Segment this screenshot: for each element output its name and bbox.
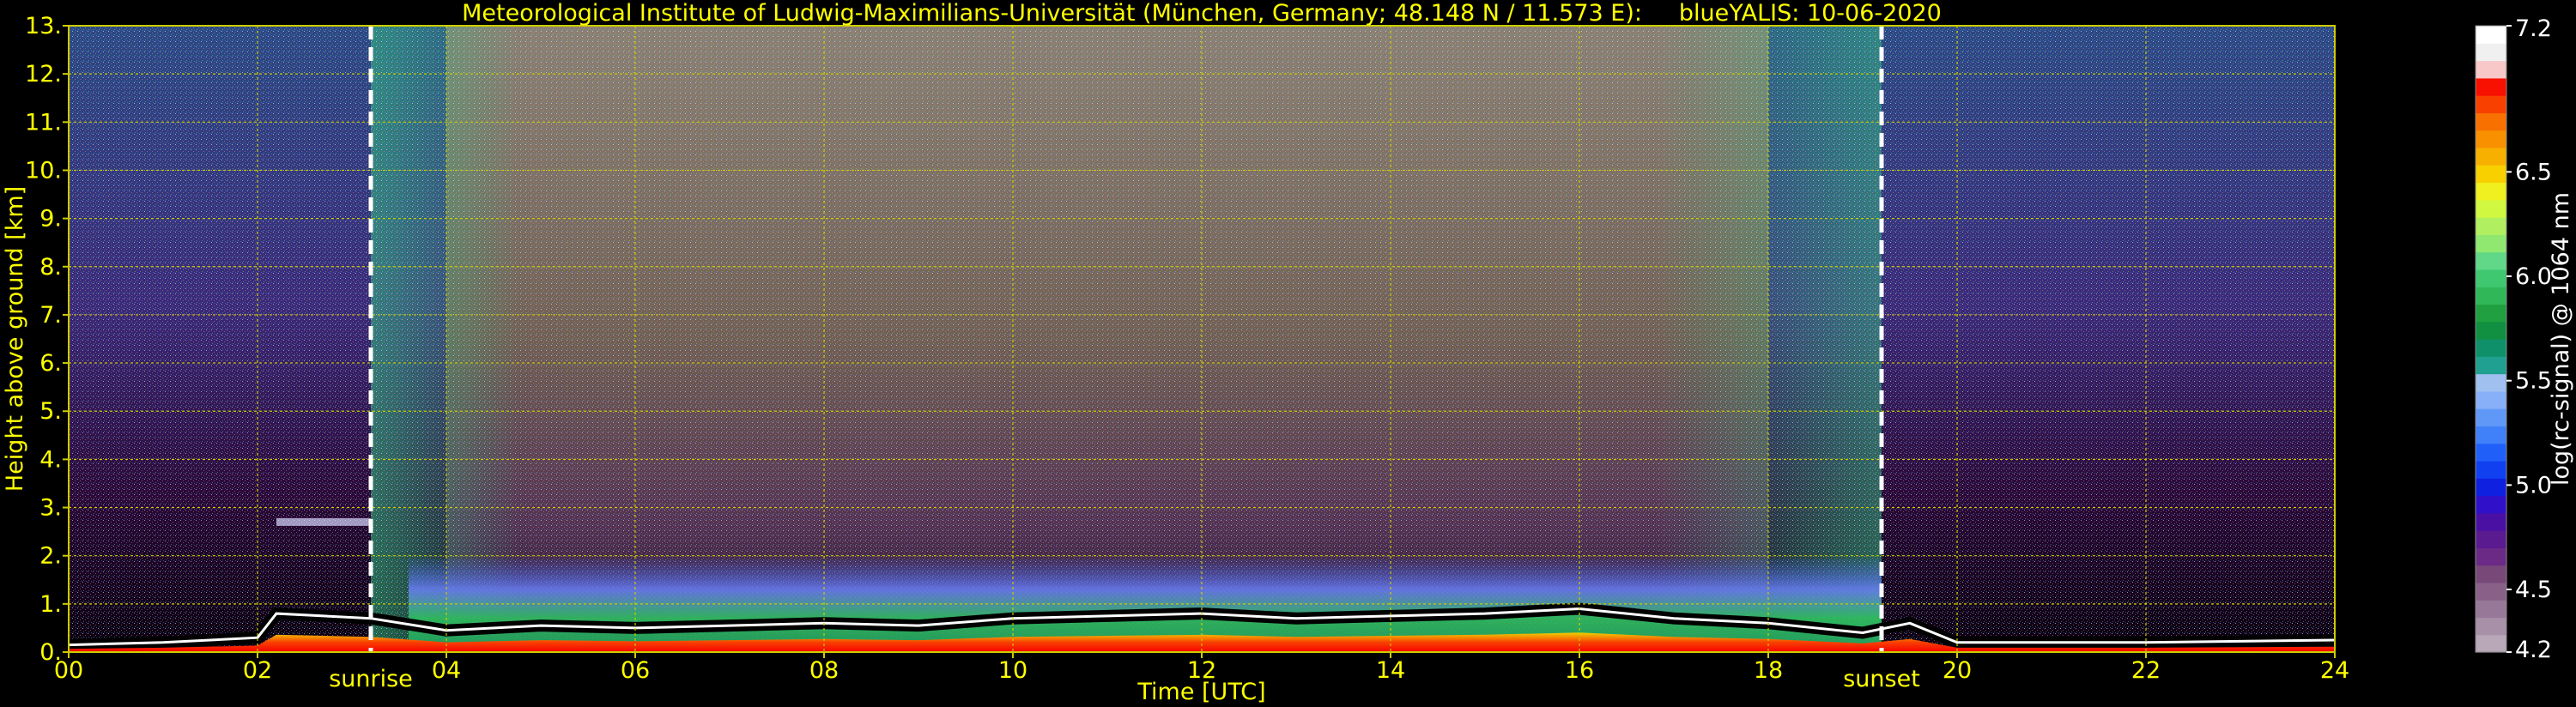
colorbar-swatch — [2476, 147, 2506, 166]
colorbar-swatch — [2476, 43, 2506, 62]
colorbar-swatch — [2476, 60, 2506, 79]
colorbar-tick-label: 5.5 — [2515, 368, 2552, 395]
colorbar-swatch — [2476, 460, 2506, 479]
colorbar-swatch — [2476, 373, 2506, 392]
x-tick-label: 04 — [432, 657, 461, 684]
colorbar-swatch — [2476, 199, 2506, 218]
colorbar-tick-label: 6.5 — [2515, 159, 2552, 185]
y-tick-label: 4. — [39, 446, 62, 473]
colorbar-swatch — [2476, 251, 2506, 270]
y-tick-label: 8. — [39, 254, 62, 281]
colorbar-swatch — [2476, 426, 2506, 444]
y-tick-label: 3. — [39, 495, 62, 522]
y-tick-label: 13. — [25, 13, 62, 39]
plot-area: sunrise sunset — [68, 25, 2336, 692]
colorbar-swatch — [2476, 408, 2506, 426]
x-tick-label: 06 — [621, 657, 650, 684]
y-tick-label: 10. — [25, 157, 62, 184]
y-tick-label: 2. — [39, 543, 62, 570]
y-axis-label: Height above ground [km] — [2, 186, 28, 492]
colorbar-swatch — [2476, 530, 2506, 548]
colorbar-tick-label: 4.5 — [2515, 577, 2552, 603]
colorbar-swatch — [2476, 339, 2506, 357]
x-tick-label: 22 — [2131, 657, 2161, 684]
colorbar-swatch — [2476, 565, 2506, 583]
colorbar-swatch — [2476, 269, 2506, 287]
y-axis-ticks: 0. 1. 2. 3. 4. 5. 6. 7. 8. 9. 10. 11. 12. 13. — [25, 13, 69, 666]
lidar-figure: sunrise sunset 00 02 04 06 08 10 12 14 16 18 20 22 24… — [2, 0, 2574, 705]
colorbar-swatch — [2476, 390, 2506, 409]
y-tick-label: 1. — [39, 591, 62, 618]
colorbar-swatch — [2476, 130, 2506, 148]
colorbar-swatch — [2476, 304, 2506, 323]
colorbar-swatch — [2476, 547, 2506, 566]
colorbar-swatch — [2476, 165, 2506, 184]
y-tick-label: 9. — [39, 206, 62, 233]
colorbar-swatch — [2476, 217, 2506, 235]
y-tick-label: 7. — [39, 302, 62, 329]
colorbar-tick-label: 6.0 — [2515, 263, 2552, 290]
colorbar-swatch — [2476, 495, 2506, 514]
colorbar-tick-label: 5.0 — [2515, 472, 2552, 499]
y-tick-label: 11. — [25, 109, 62, 136]
colorbar-swatch — [2476, 356, 2506, 375]
chart-title: Meteorological Institute of Ludwig-Maxim… — [462, 0, 1942, 27]
y-tick-label: 5. — [39, 398, 62, 425]
sunset-label: sunset — [1843, 666, 1920, 692]
x-tick-label: 20 — [1943, 657, 1972, 684]
colorbar-swatch — [2476, 26, 2506, 44]
colorbar: 4.2 4.5 5.0 5.5 6.0 6.5 7.2 — [2475, 15, 2552, 663]
elevated-aerosol-layer — [276, 517, 371, 526]
colorbar-swatch — [2476, 321, 2506, 340]
x-tick-label: 08 — [809, 657, 839, 684]
sunrise-label: sunrise — [329, 666, 413, 692]
y-tick-label: 6. — [39, 350, 62, 377]
x-tick-label: 18 — [1754, 657, 1783, 684]
x-tick-label: 14 — [1376, 657, 1405, 684]
x-tick-label: 24 — [2320, 657, 2349, 684]
colorbar-tick-label: 4.2 — [2515, 637, 2552, 663]
colorbar-swatch — [2476, 182, 2506, 201]
x-axis-label: Time [UTC] — [1136, 679, 1265, 705]
y-tick-label: 12. — [25, 61, 62, 88]
colorbar-swatch — [2476, 617, 2506, 636]
x-tick-label: 10 — [998, 657, 1027, 684]
colorbar-swatch — [2476, 478, 2506, 497]
x-tick-label: 02 — [243, 657, 272, 684]
colorbar-swatch — [2476, 512, 2506, 531]
colorbar-swatch — [2476, 95, 2506, 113]
colorbar-swatch — [2476, 634, 2506, 653]
colorbar-swatch — [2476, 287, 2506, 305]
colorbar-label: log(rc-signal) @ 1064 nm — [2548, 192, 2574, 486]
colorbar-swatch — [2476, 112, 2506, 131]
x-tick-label: 16 — [1565, 657, 1594, 684]
colorbar-tick-label: 7.2 — [2515, 15, 2552, 42]
colorbar-swatch — [2476, 77, 2506, 96]
y-tick-label: 0. — [39, 639, 62, 666]
colorbar-swatch — [2476, 582, 2506, 601]
colorbar-swatch — [2476, 600, 2506, 619]
colorbar-swatch — [2476, 234, 2506, 253]
colorbar-swatch — [2476, 443, 2506, 462]
